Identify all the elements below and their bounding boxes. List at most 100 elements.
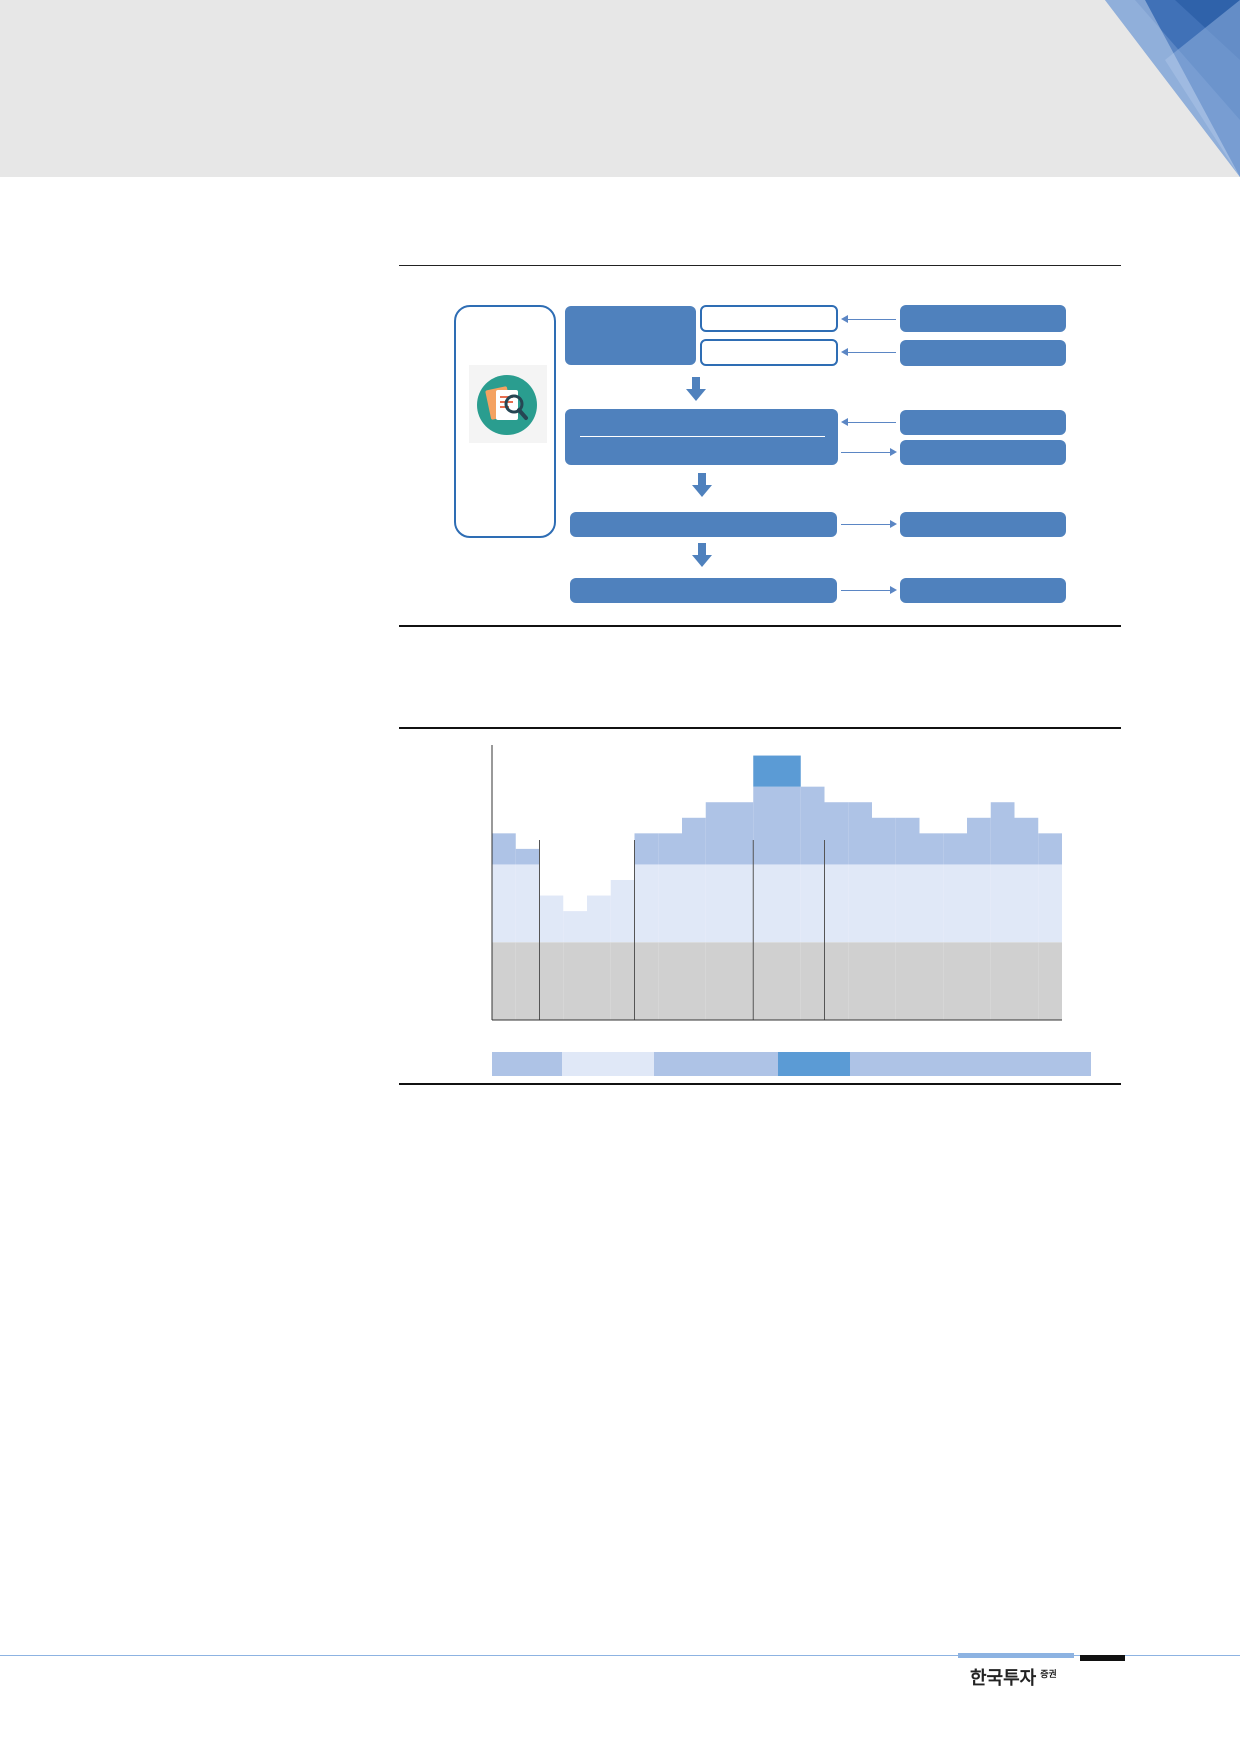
chart-base-band (824, 942, 849, 1020)
chart-light-band (753, 864, 777, 943)
chart-mid-band (895, 817, 920, 865)
chart-base-band (895, 942, 920, 1020)
chart-mid-band (634, 833, 659, 865)
chart-mid-band (919, 833, 944, 865)
chart-base-band (492, 942, 516, 1020)
chart-base-band (729, 942, 754, 1020)
step2-divider (580, 436, 825, 437)
chart-light-band (872, 864, 896, 943)
chart-mid-band (515, 848, 540, 865)
chart-light-band (824, 864, 849, 943)
down-arrow-icon (692, 543, 712, 567)
chart-dark-band (753, 755, 777, 787)
chart-light-band (682, 864, 706, 943)
chart-light-band (848, 864, 872, 943)
chart-base-band (919, 942, 944, 1020)
chart-base-band (967, 942, 991, 1020)
chart-light-band (967, 864, 991, 943)
corner-triangle-art (1105, 0, 1240, 177)
chart-mid-band (705, 802, 730, 865)
chart-mid-band (1014, 817, 1039, 865)
chart-base-band (634, 942, 659, 1020)
chart-light-band (943, 864, 967, 943)
chart-base-band (563, 942, 587, 1020)
input-box-3 (900, 410, 1066, 435)
arrow-out-2 (841, 524, 891, 525)
figure-top-rule (399, 265, 1121, 266)
document-search-icon (477, 375, 537, 435)
input-box-1 (900, 305, 1066, 332)
chart-base-band (587, 942, 611, 1020)
chart-light-band (658, 864, 682, 943)
chart-base-band (753, 942, 777, 1020)
down-arrow-icon (692, 473, 712, 497)
chart-light-band (729, 864, 754, 943)
down-arrow-icon (686, 377, 706, 401)
arrow-in-2 (846, 352, 896, 353)
chart-light-band (919, 864, 944, 943)
input-box-2 (900, 340, 1066, 366)
chart-mid-band (658, 833, 682, 865)
arrow-out-1-head (890, 448, 897, 456)
chart-mid-band (777, 786, 801, 865)
chart-mid-band (800, 786, 825, 865)
legend-segment (654, 1052, 778, 1076)
chart-base-band (682, 942, 706, 1020)
output-box-1 (900, 440, 1066, 465)
arrow-in-1 (846, 319, 896, 320)
chart-mid-band (848, 802, 872, 865)
chart-base-band (943, 942, 967, 1020)
chart-light-band (563, 911, 587, 943)
output-box-2 (900, 512, 1066, 537)
chart-light-band (515, 864, 540, 943)
chart-base-band (872, 942, 896, 1020)
chart-light-band (492, 864, 516, 943)
chart-mid-band (872, 817, 896, 865)
chart-mid-band (682, 817, 706, 865)
chart-base-band (990, 942, 1015, 1020)
step1-sub-b (700, 339, 838, 366)
chart-base-band (705, 942, 730, 1020)
chart-light-band (800, 864, 825, 943)
legend-segment (562, 1052, 654, 1076)
chart-mid-band (729, 802, 754, 865)
chart-base-band (777, 942, 801, 1020)
chart-light-band (634, 864, 659, 943)
arrow-out-2-head (890, 520, 897, 528)
step3-box (570, 512, 837, 537)
output-box-3 (900, 578, 1066, 603)
chart-light-band (1014, 864, 1039, 943)
chart-mid-band (967, 817, 991, 865)
step4-box (570, 578, 837, 603)
arrow-out-3-head (890, 586, 897, 594)
chart-base-band (610, 942, 635, 1020)
chart-base-band (1038, 942, 1062, 1020)
legend-segment (492, 1052, 562, 1076)
chart-base-band (515, 942, 540, 1020)
brand-name: 한국투자 (970, 1668, 1037, 1689)
figure-bottom-rule (399, 625, 1121, 627)
footer-accent (958, 1653, 1074, 1658)
step1-sub-a (700, 305, 838, 332)
chart-light-band (705, 864, 730, 943)
chart-base-band (800, 942, 825, 1020)
arrow-out-1 (841, 452, 891, 453)
chart-light-band (895, 864, 920, 943)
stepped-area-chart (491, 745, 1062, 1021)
brand-logo: 한국투자 증권 (970, 1664, 1057, 1690)
footer-black-bar (1080, 1655, 1125, 1661)
chart-mid-band (1038, 833, 1062, 865)
chart-light-band (539, 895, 564, 943)
chart-top-rule (399, 727, 1121, 729)
chart-mid-band (824, 802, 849, 865)
chart-base-band (658, 942, 682, 1020)
chart-base-band (848, 942, 872, 1020)
chart-light-band (1038, 864, 1062, 943)
step2-box (565, 409, 838, 465)
chart-mid-band (753, 786, 777, 865)
chart-dark-band (777, 755, 801, 787)
chart-mid-band (943, 833, 967, 865)
step1-box (565, 306, 696, 365)
chart-mid-band (492, 833, 516, 865)
chart-base-band (539, 942, 564, 1020)
